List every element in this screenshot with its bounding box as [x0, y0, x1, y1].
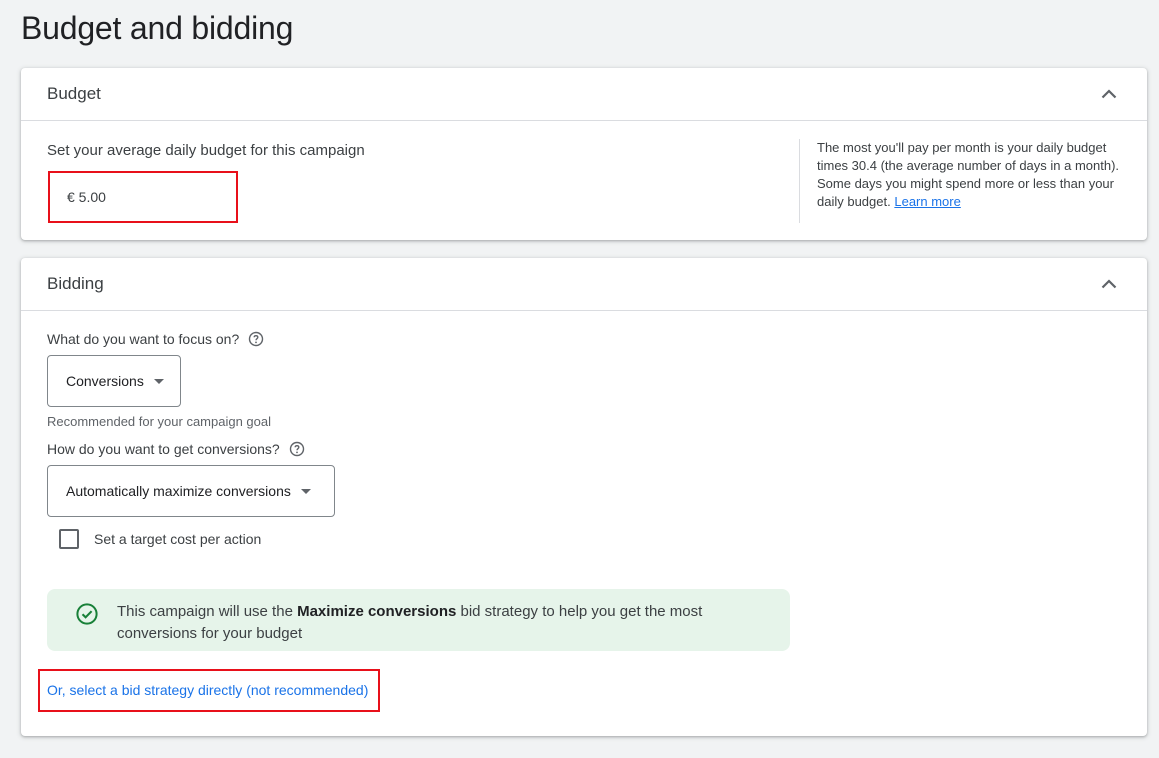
- select-bid-strategy-link[interactable]: Or, select a bid strategy directly (not …: [47, 682, 368, 698]
- focus-dropdown-value: Conversions: [66, 373, 144, 389]
- budget-card-header[interactable]: Budget: [21, 68, 1147, 121]
- check-circle-icon: [76, 603, 98, 625]
- banner-text: This campaign will use the Maximize conv…: [117, 601, 757, 645]
- focus-question: What do you want to focus on?: [47, 331, 264, 347]
- chevron-up-icon[interactable]: [1097, 82, 1121, 106]
- bidding-card-title: Bidding: [47, 274, 104, 293]
- budget-label: Set your average daily budget for this c…: [47, 142, 365, 159]
- budget-help-body: The most you'll pay per month is your da…: [817, 140, 1120, 209]
- learn-more-link[interactable]: Learn more: [894, 194, 960, 209]
- conversions-question: How do you want to get conversions?: [47, 441, 305, 457]
- budget-card: Budget Set your average daily budget for…: [21, 68, 1147, 240]
- divider: [799, 139, 800, 223]
- budget-card-title: Budget: [47, 84, 101, 103]
- daily-budget-input[interactable]: € 5.00: [48, 171, 238, 223]
- help-circle-icon[interactable]: [248, 331, 264, 347]
- caret-down-icon: [153, 378, 164, 384]
- budget-help-text: The most you'll pay per month is your da…: [817, 139, 1127, 211]
- conversions-strategy-dropdown[interactable]: Automatically maximize conversions: [47, 465, 335, 517]
- focus-dropdown[interactable]: Conversions: [47, 355, 181, 407]
- target-cpa-checkbox[interactable]: [59, 529, 79, 549]
- banner-strategy-name: Maximize conversions: [297, 603, 457, 620]
- bidding-card-header[interactable]: Bidding: [21, 258, 1147, 311]
- page-title: Budget and bidding: [21, 10, 294, 46]
- conversions-dropdown-value: Automatically maximize conversions: [66, 483, 291, 499]
- focus-hint: Recommended for your campaign goal: [47, 414, 272, 429]
- chevron-up-icon[interactable]: [1097, 272, 1121, 296]
- caret-down-icon: [300, 488, 311, 494]
- bidding-card: Bidding What do you want to focus on? Co…: [21, 258, 1147, 736]
- banner-prefix: This campaign will use the: [117, 603, 298, 620]
- focus-question-label: What do you want to focus on?: [47, 331, 240, 347]
- help-circle-icon[interactable]: [289, 441, 305, 457]
- target-cpa-label: Set a target cost per action: [94, 531, 262, 547]
- target-cpa-option[interactable]: Set a target cost per action: [59, 529, 261, 549]
- conversions-question-label: How do you want to get conversions?: [47, 441, 280, 457]
- strategy-info-banner: This campaign will use the Maximize conv…: [47, 589, 790, 651]
